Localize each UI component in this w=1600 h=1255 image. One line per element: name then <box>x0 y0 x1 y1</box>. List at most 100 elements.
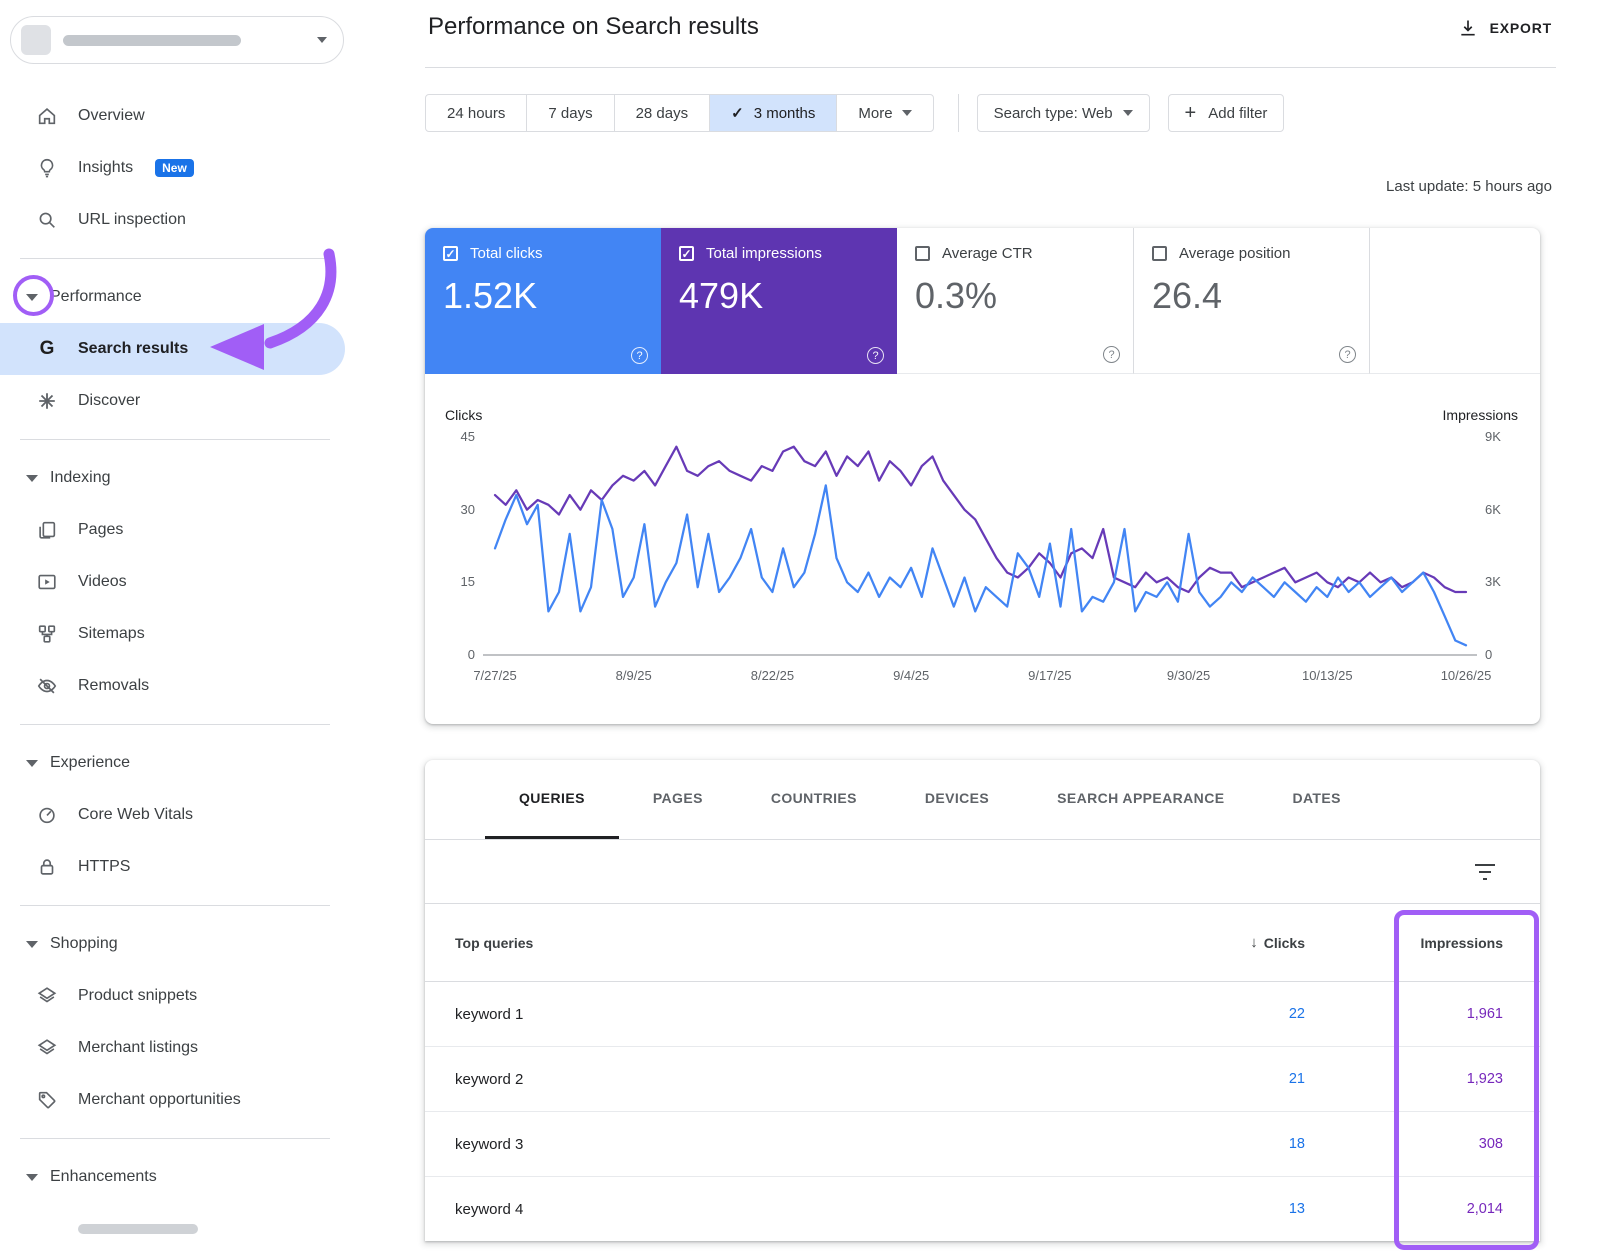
new-badge: New <box>155 159 194 177</box>
impressions-cell: 1,923 <box>1305 1071 1503 1087</box>
sidebar-item-merchant-listings[interactable]: Merchant listings <box>0 1022 345 1074</box>
column-header-impressions[interactable]: Impressions <box>1305 935 1503 951</box>
plus-icon: + <box>1185 103 1197 123</box>
tab-devices[interactable]: DEVICES <box>891 760 1023 839</box>
checkbox-unchecked-icon[interactable] <box>915 246 930 261</box>
total-clicks-tile[interactable]: ✓ Total clicks 1.52K ? <box>425 228 661 374</box>
table-row[interactable]: keyword 3 18 308 <box>425 1112 1540 1177</box>
sidebar-item-label: URL inspection <box>78 211 186 229</box>
help-icon[interactable]: ? <box>867 347 884 364</box>
tab-dates[interactable]: DATES <box>1258 760 1374 839</box>
video-icon <box>36 571 58 593</box>
divider <box>20 258 330 259</box>
table-row[interactable]: keyword 1 22 1,961 <box>425 982 1540 1047</box>
sidebar-section-performance[interactable]: Performance <box>0 271 410 323</box>
chart-tick-label: 8/9/25 <box>616 668 652 683</box>
sidebar-section-shopping[interactable]: Shopping <box>0 918 410 970</box>
tab-pages[interactable]: PAGES <box>619 760 737 839</box>
range-more[interactable]: More <box>836 95 932 131</box>
metric-value: 1.52K <box>443 275 643 317</box>
checkbox-checked-icon[interactable]: ✓ <box>679 246 694 261</box>
chevron-down-icon <box>26 1174 38 1181</box>
sidebar: Overview Insights New URL inspection Per… <box>0 0 410 1241</box>
chevron-down-icon <box>1123 110 1133 116</box>
sidebar-item-insights[interactable]: Insights New <box>0 142 345 194</box>
eye-off-icon <box>36 675 58 697</box>
divider <box>20 439 330 440</box>
sidebar-item-partial[interactable] <box>0 1203 345 1255</box>
tab-countries[interactable]: COUNTRIES <box>737 760 891 839</box>
search-icon <box>36 209 58 231</box>
range-3-months[interactable]: ✓ 3 months <box>709 95 836 131</box>
sidebar-item-removals[interactable]: Removals <box>0 660 345 712</box>
average-ctr-tile[interactable]: Average CTR 0.3% ? <box>897 228 1133 374</box>
divider <box>425 67 1556 68</box>
chart-tick-label: 15 <box>431 574 475 589</box>
sidebar-item-overview[interactable]: Overview <box>0 90 345 142</box>
sidebar-section-indexing[interactable]: Indexing <box>0 452 410 504</box>
sidebar-item-core-web-vitals[interactable]: Core Web Vitals <box>0 789 345 841</box>
pages-icon <box>36 519 58 541</box>
google-g-icon: G <box>36 338 58 360</box>
column-header-top-queries[interactable]: Top queries <box>455 935 1105 951</box>
download-icon <box>1458 18 1478 38</box>
sidebar-item-videos[interactable]: Videos <box>0 556 345 608</box>
layers-icon <box>36 985 58 1007</box>
query-cell: keyword 1 <box>455 1006 1105 1023</box>
table-header: Top queries ↓ Clicks Impressions <box>425 904 1540 982</box>
lock-icon <box>36 856 58 878</box>
sidebar-item-url-inspection[interactable]: URL inspection <box>0 194 345 246</box>
total-impressions-tile[interactable]: ✓ Total impressions 479K ? <box>661 228 897 374</box>
page-title: Performance on Search results <box>428 13 759 41</box>
property-selector[interactable] <box>10 16 344 64</box>
sidebar-item-merchant-opportunities[interactable]: Merchant opportunities <box>0 1074 345 1126</box>
chart-tick-label: 7/27/25 <box>473 668 516 683</box>
chart-tick-label: 10/13/25 <box>1302 668 1353 683</box>
add-filter-button[interactable]: + Add filter <box>1168 94 1285 132</box>
chevron-down-icon <box>26 475 38 482</box>
checkbox-unchecked-icon[interactable] <box>1152 246 1167 261</box>
chart-tick-label: 6K <box>1485 502 1529 517</box>
chart-tick-label: 0 <box>431 647 475 662</box>
search-type-button[interactable]: Search type: Web <box>977 94 1150 132</box>
discover-icon <box>36 390 58 412</box>
range-24-hours[interactable]: 24 hours <box>426 95 526 131</box>
sidebar-item-label: Sitemaps <box>78 625 145 643</box>
table-row[interactable]: keyword 4 13 2,014 <box>425 1177 1540 1241</box>
table-row[interactable]: keyword 2 21 1,923 <box>425 1047 1540 1112</box>
sidebar-section-enhancements[interactable]: Enhancements <box>0 1151 410 1203</box>
metric-label: Average position <box>1179 245 1290 262</box>
checkbox-checked-icon[interactable]: ✓ <box>443 246 458 261</box>
range-7-days[interactable]: 7 days <box>526 95 613 131</box>
range-28-days[interactable]: 28 days <box>614 95 710 131</box>
filter-list-icon[interactable] <box>1474 863 1496 881</box>
average-position-tile[interactable]: Average position 26.4 ? <box>1133 228 1369 374</box>
clicks-line <box>495 485 1466 645</box>
sidebar-item-search-results[interactable]: G Search results <box>0 323 345 375</box>
sidebar-section-label: Indexing <box>50 469 111 487</box>
tab-search-appearance[interactable]: SEARCH APPEARANCE <box>1023 760 1258 839</box>
metric-value: 26.4 <box>1152 275 1351 317</box>
tab-queries[interactable]: QUERIES <box>485 760 619 839</box>
tile-filler <box>1369 228 1540 374</box>
help-icon[interactable]: ? <box>1339 346 1356 363</box>
help-icon[interactable]: ? <box>631 347 648 364</box>
performance-summary-card: ✓ Total clicks 1.52K ? ✓ Total impressio… <box>425 228 1540 724</box>
sidebar-item-label: Removals <box>78 677 149 695</box>
help-icon[interactable]: ? <box>1103 346 1120 363</box>
sidebar-item-discover[interactable]: Discover <box>0 375 345 427</box>
sidebar-section-experience[interactable]: Experience <box>0 737 410 789</box>
sidebar-item-sitemaps[interactable]: Sitemaps <box>0 608 345 660</box>
chart-tick-label: 30 <box>431 502 475 517</box>
sidebar-item-https[interactable]: HTTPS <box>0 841 345 893</box>
chevron-down-icon <box>26 941 38 948</box>
sidebar-item-product-snippets[interactable]: Product snippets <box>0 970 345 1022</box>
placeholder-icon <box>36 1218 58 1240</box>
chevron-down-icon <box>902 110 912 116</box>
export-button[interactable]: EXPORT <box>1458 18 1552 38</box>
column-header-clicks[interactable]: ↓ Clicks <box>1105 934 1305 951</box>
sidebar-item-pages[interactable]: Pages <box>0 504 345 556</box>
sidebar-item-label: Videos <box>78 573 127 591</box>
redacted-label <box>78 1224 198 1234</box>
sidebar-item-label: Product snippets <box>78 987 197 1005</box>
